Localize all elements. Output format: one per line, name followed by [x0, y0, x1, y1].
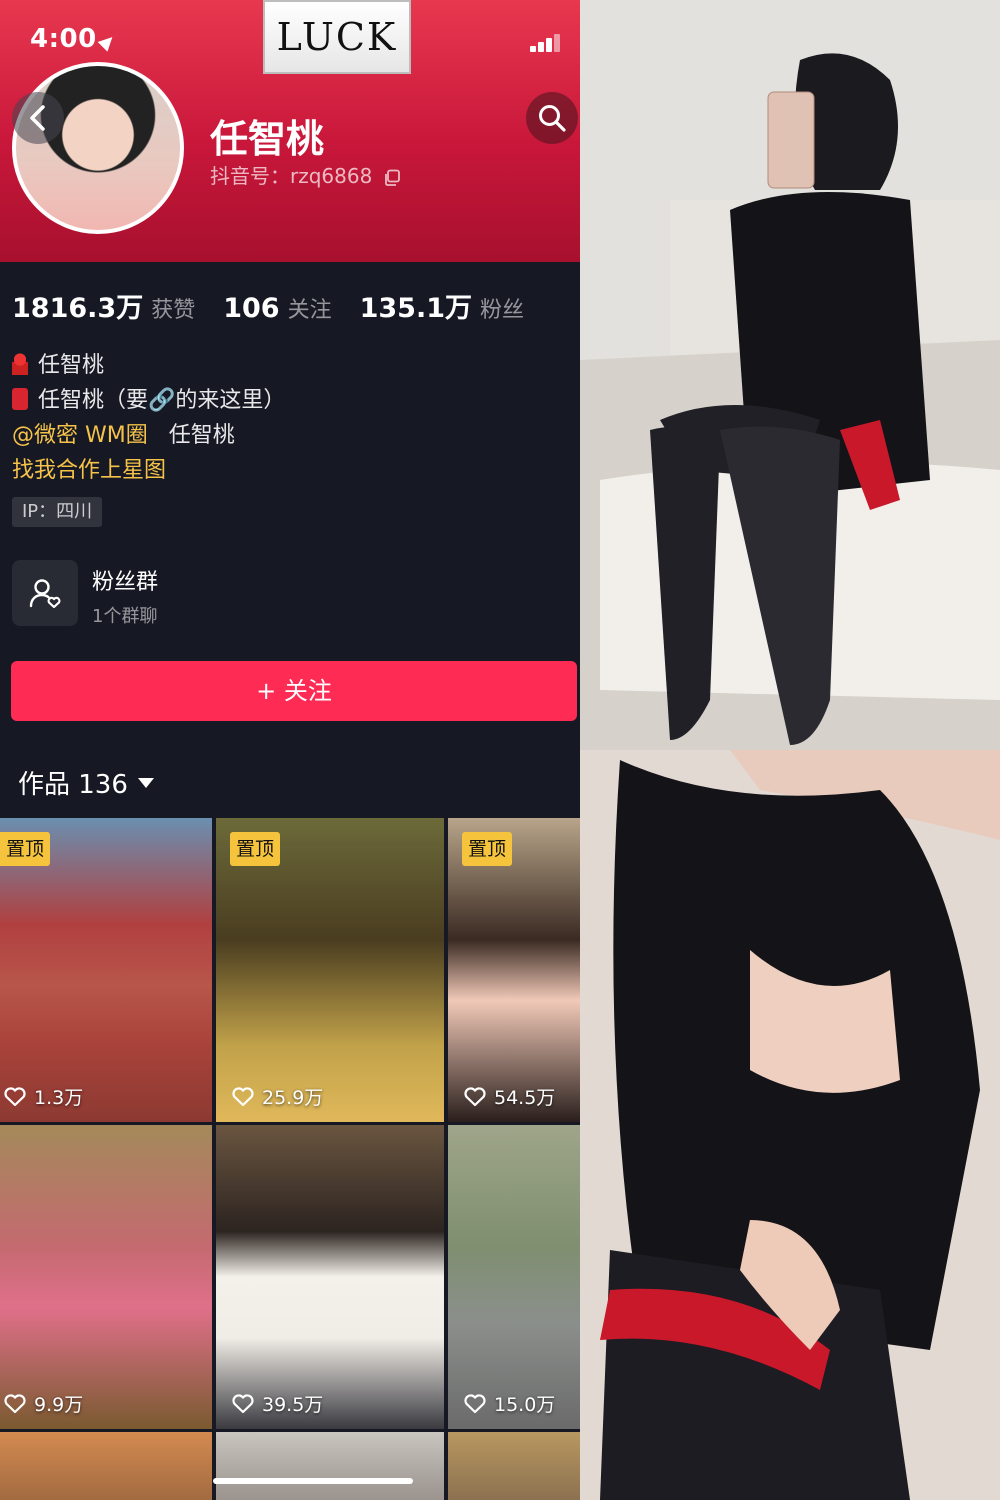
- book-emoji-icon: [12, 388, 28, 410]
- video-likes-count: 15.0万: [494, 1394, 556, 1416]
- video-likes: 15.0万: [464, 1390, 555, 1417]
- bio-star-link[interactable]: 找我合作上星图: [12, 453, 285, 488]
- bio-mention-link[interactable]: @微密 WM圈: [12, 423, 148, 448]
- douyin-id-text: 抖音号：rzq6868: [210, 164, 373, 188]
- copy-icon[interactable]: [383, 169, 401, 187]
- video-likes: 25.9万: [232, 1083, 323, 1110]
- stat-likes[interactable]: 1816.3万 获赞: [12, 286, 195, 325]
- heart-icon: [232, 1393, 254, 1413]
- back-icon: [30, 105, 45, 131]
- photo-bottom-scene: [580, 750, 1000, 1500]
- works-label: 作品 136: [18, 770, 128, 800]
- bio-line-1-text: 任智桃: [38, 353, 105, 378]
- profile-name: 任智桃: [210, 117, 325, 161]
- works-tab[interactable]: 作品 136: [18, 764, 154, 801]
- video-tile[interactable]: 置顶 25.9万: [216, 818, 444, 1122]
- profile-bio: 任智桃 任智桃（要🔗的来这里） @微密 WM圈 任智桃 找我合作上星图: [12, 348, 285, 488]
- fan-group-title: 粉丝群: [92, 570, 159, 595]
- heart-icon: [464, 1086, 486, 1106]
- bio-line-2-text: 任智桃（要🔗的来这里）: [38, 388, 286, 413]
- photo-top: [580, 0, 1000, 750]
- photo-bottom: [580, 750, 1000, 1500]
- fan-group-icon-box: [12, 560, 78, 626]
- stat-likes-value: 1816.3万: [12, 293, 144, 324]
- video-grid: 置顶 1.3万 置顶 25.9万 置顶 54.5万 9.9万 39.5万 15.…: [0, 818, 580, 1500]
- stat-following-label: 关注: [287, 298, 332, 323]
- luck-watermark: LUCK: [263, 0, 411, 74]
- pinned-badge: 置顶: [462, 832, 513, 866]
- video-likes-count: 39.5万: [262, 1394, 324, 1416]
- search-icon: [539, 105, 566, 132]
- heart-icon: [4, 1393, 26, 1413]
- fan-group-icon: [29, 579, 61, 609]
- video-likes: 9.9万: [4, 1390, 83, 1417]
- video-tile[interactable]: 39.5万: [216, 1125, 444, 1429]
- knot-emoji-icon: [12, 353, 28, 375]
- fan-group-entry[interactable]: 粉丝群 1个群聊: [12, 560, 572, 630]
- heart-icon: [464, 1393, 486, 1413]
- bio-line-3-text: 任智桃: [168, 423, 235, 448]
- search-button[interactable]: [526, 92, 578, 144]
- video-likes-count: 1.3万: [34, 1087, 84, 1109]
- pinned-badge: 置顶: [0, 832, 51, 866]
- pinned-badge: 置顶: [230, 832, 281, 866]
- video-likes: 54.5万: [464, 1083, 555, 1110]
- video-tile[interactable]: 9.9万: [0, 1125, 212, 1429]
- video-likes: 39.5万: [232, 1390, 323, 1417]
- caret-down-icon: [137, 777, 154, 788]
- profile-screen: 4:00▲ 任智桃 抖音号：rzq6868 LUCK 1816.3万 获赞 10…: [0, 0, 580, 1500]
- stat-likes-label: 获赞: [151, 298, 196, 323]
- video-tile[interactable]: [0, 1432, 212, 1500]
- bio-line-2: 任智桃（要🔗的来这里）: [12, 383, 285, 418]
- status-time-text: 4:00: [30, 24, 97, 54]
- video-tile[interactable]: 置顶 54.5万: [448, 818, 580, 1122]
- video-likes-count: 54.5万: [494, 1087, 556, 1109]
- video-tile[interactable]: 15.0万: [448, 1125, 580, 1429]
- stat-followers[interactable]: 135.1万 粉丝: [360, 286, 524, 325]
- location-arrow-icon: ▲: [95, 29, 121, 54]
- fan-group-subtitle: 1个群聊: [92, 606, 158, 627]
- heart-icon: [4, 1086, 26, 1106]
- profile-stats: 1816.3万 获赞 106 关注 135.1万 粉丝: [12, 286, 552, 325]
- avatar[interactable]: [12, 62, 184, 234]
- back-button[interactable]: [12, 92, 64, 144]
- bio-line-3: @微密 WM圈 任智桃: [12, 418, 285, 453]
- stat-following-value: 106: [223, 293, 280, 324]
- home-indicator[interactable]: [213, 1478, 413, 1484]
- video-tile[interactable]: 置顶 1.3万: [0, 818, 212, 1122]
- douyin-id[interactable]: 抖音号：rzq6868: [210, 160, 401, 189]
- stat-followers-label: 粉丝: [480, 298, 525, 323]
- video-likes: 1.3万: [4, 1083, 83, 1110]
- ip-location-tag: IP：四川: [12, 497, 103, 527]
- video-likes-count: 25.9万: [262, 1087, 324, 1109]
- follow-button[interactable]: + 关注: [11, 661, 577, 721]
- video-tile[interactable]: [216, 1432, 444, 1500]
- video-tile[interactable]: [448, 1432, 580, 1500]
- video-likes-count: 9.9万: [34, 1394, 84, 1416]
- status-time: 4:00▲: [30, 24, 120, 54]
- stat-following[interactable]: 106 关注: [223, 292, 331, 324]
- heart-icon: [232, 1086, 254, 1106]
- signal-icon: [530, 34, 564, 52]
- photo-top-scene: [580, 0, 1000, 750]
- stat-followers-value: 135.1万: [359, 293, 473, 324]
- bio-line-1: 任智桃: [12, 348, 285, 383]
